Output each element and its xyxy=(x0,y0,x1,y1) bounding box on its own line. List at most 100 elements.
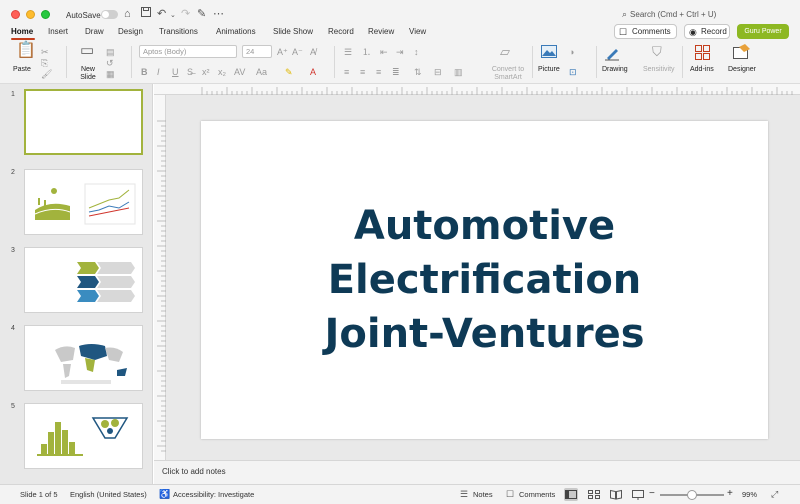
undo-icon[interactable]: ↶ xyxy=(157,7,166,21)
drawing-icon[interactable] xyxy=(604,45,620,64)
record-button-label: Record xyxy=(701,27,727,36)
paste-label[interactable]: Paste xyxy=(13,66,31,73)
format-brush-icon[interactable]: 🖌 xyxy=(41,67,52,81)
zoom-in-button[interactable]: + xyxy=(727,488,733,499)
text-box-icon[interactable]: ⊡ xyxy=(569,65,577,79)
new-slide-label[interactable]: New Slide xyxy=(74,66,102,82)
thumbnail-number: 1 xyxy=(11,91,15,98)
comment-icon: ☐ xyxy=(619,27,628,37)
ribbon-separator xyxy=(131,46,132,78)
columns-icon[interactable]: ▥ xyxy=(454,65,463,79)
shapes-icon[interactable]: ◑ xyxy=(569,45,574,59)
text-direction-icon[interactable]: ⇅ xyxy=(414,65,422,79)
bullets-icon[interactable]: ☰ xyxy=(344,45,352,59)
language-indicator[interactable]: English (United States) xyxy=(70,490,147,499)
tab-slide-show[interactable]: Slide Show xyxy=(273,27,313,36)
slide-thumbnail-4[interactable] xyxy=(24,325,143,391)
font-color-icon[interactable]: A xyxy=(310,65,316,79)
notes-pane[interactable]: Click to add notes xyxy=(154,460,800,484)
add-ins-label[interactable]: Add-ins xyxy=(690,66,714,73)
align-left-icon[interactable]: ≡ xyxy=(344,65,349,79)
font-name-select[interactable]: Aptos (Body) xyxy=(139,45,237,58)
decrease-indent-icon[interactable]: ⇤ xyxy=(380,45,388,59)
slide-thumbnail-3[interactable] xyxy=(24,247,143,313)
fit-to-window-icon[interactable]: ⤢ xyxy=(771,488,778,500)
font-size-select[interactable]: 24 xyxy=(242,45,272,58)
redo-icon[interactable]: ↷ xyxy=(181,7,190,21)
format-painter-icon[interactable]: ✎ xyxy=(197,7,206,21)
slide-sorter-view-button[interactable] xyxy=(587,488,601,501)
picture-label[interactable]: Picture xyxy=(538,66,560,73)
tab-home[interactable]: Home xyxy=(11,27,33,36)
comments-button[interactable]: ☐ Comments xyxy=(614,24,677,39)
record-button[interactable]: ◉ Record xyxy=(684,24,730,39)
close-window-button[interactable] xyxy=(11,10,20,19)
reading-view-button[interactable] xyxy=(609,488,623,501)
zoom-level[interactable]: 99% xyxy=(742,490,757,499)
convert-smartart-label[interactable]: Convert to SmartArt xyxy=(488,66,528,82)
sensitivity-icon[interactable]: ⛉ xyxy=(652,45,662,59)
zoom-out-button[interactable]: − xyxy=(649,488,655,499)
normal-view-button[interactable] xyxy=(564,488,578,501)
highlight-icon[interactable]: ✎ xyxy=(285,65,293,79)
align-right-icon[interactable]: ≡ xyxy=(376,65,381,79)
bold-icon[interactable]: B xyxy=(141,65,148,79)
horizontal-ruler-ticks xyxy=(201,87,793,95)
align-text-icon[interactable]: ⊟ xyxy=(434,65,442,79)
maximize-window-button[interactable] xyxy=(41,10,50,19)
home-icon[interactable]: ⌂ xyxy=(124,7,131,21)
tab-transitions[interactable]: Transitions xyxy=(159,27,198,36)
guru-power-button[interactable]: Guru Power xyxy=(737,24,789,39)
notes-toggle[interactable]: Notes xyxy=(473,490,493,499)
underline-icon[interactable]: U xyxy=(172,65,179,79)
accessibility-status[interactable]: Accessibility: Investigate xyxy=(173,490,254,499)
slide-title[interactable]: Automotive Electrification Joint-Venture… xyxy=(201,199,768,361)
strikethrough-icon[interactable]: S̶ xyxy=(187,65,193,79)
superscript-icon[interactable]: x² xyxy=(202,65,210,79)
section-icon[interactable]: ▦ xyxy=(106,67,115,81)
drawing-label[interactable]: Drawing xyxy=(602,66,628,73)
tab-record[interactable]: Record xyxy=(328,27,354,36)
shrink-font-icon[interactable]: A⁻ xyxy=(292,45,303,59)
justify-icon[interactable]: ≣ xyxy=(392,65,400,79)
paste-icon[interactable]: 📋 xyxy=(16,43,36,59)
increase-indent-icon[interactable]: ⇥ xyxy=(396,45,404,59)
tab-insert[interactable]: Insert xyxy=(48,27,68,36)
autosave-toggle[interactable] xyxy=(101,10,118,19)
add-ins-icon[interactable] xyxy=(695,45,710,63)
undo-dropdown-icon[interactable]: ⌄ xyxy=(170,9,176,23)
tab-animations[interactable]: Animations xyxy=(216,27,256,36)
slide-thumbnail-1[interactable] xyxy=(24,89,143,155)
save-icon[interactable] xyxy=(141,7,151,21)
picture-icon[interactable] xyxy=(541,45,557,61)
slide-thumbnail-5[interactable] xyxy=(24,403,143,469)
slide-show-view-button[interactable] xyxy=(631,488,645,501)
more-icon[interactable]: ⋯ xyxy=(213,7,224,21)
new-slide-icon[interactable]: ▭ xyxy=(80,43,94,58)
smartart-icon[interactable]: ▱ xyxy=(500,45,510,59)
comments-toggle[interactable]: Comments xyxy=(519,490,555,499)
zoom-slider-thumb[interactable] xyxy=(687,490,697,500)
grow-font-icon[interactable]: A⁺ xyxy=(277,45,288,59)
minimize-window-button[interactable] xyxy=(26,10,35,19)
sensitivity-label[interactable]: Sensitivity xyxy=(643,66,675,73)
designer-label[interactable]: Designer xyxy=(728,66,756,73)
search-field[interactable]: ⌕ Search (Cmd + Ctrl + U) xyxy=(622,9,732,21)
clear-format-icon[interactable]: A̸ xyxy=(310,45,316,59)
italic-icon[interactable]: I xyxy=(157,65,160,79)
subscript-icon[interactable]: x₂ xyxy=(218,65,226,79)
slide-title-line: Electrification xyxy=(327,257,642,303)
change-case-icon[interactable]: Aa xyxy=(256,65,267,79)
title-bar: AutoSave ⌂ ↶ ⌄ ↷ ✎ ⋯ ⌕ Search (Cmd + Ctrl… xyxy=(0,0,800,22)
slide-thumbnail-2[interactable] xyxy=(24,169,143,235)
tab-design[interactable]: Design xyxy=(118,27,143,36)
line-spacing-icon[interactable]: ↕ xyxy=(414,45,419,59)
align-center-icon[interactable]: ≡ xyxy=(360,65,365,79)
tab-draw[interactable]: Draw xyxy=(85,27,104,36)
slide-canvas[interactable]: Automotive Electrification Joint-Venture… xyxy=(201,121,768,439)
char-spacing-icon[interactable]: AV xyxy=(234,65,245,79)
numbering-icon[interactable]: ⒈ xyxy=(362,45,371,59)
tab-view[interactable]: View xyxy=(409,27,426,36)
designer-icon[interactable] xyxy=(733,44,751,63)
tab-review[interactable]: Review xyxy=(368,27,394,36)
